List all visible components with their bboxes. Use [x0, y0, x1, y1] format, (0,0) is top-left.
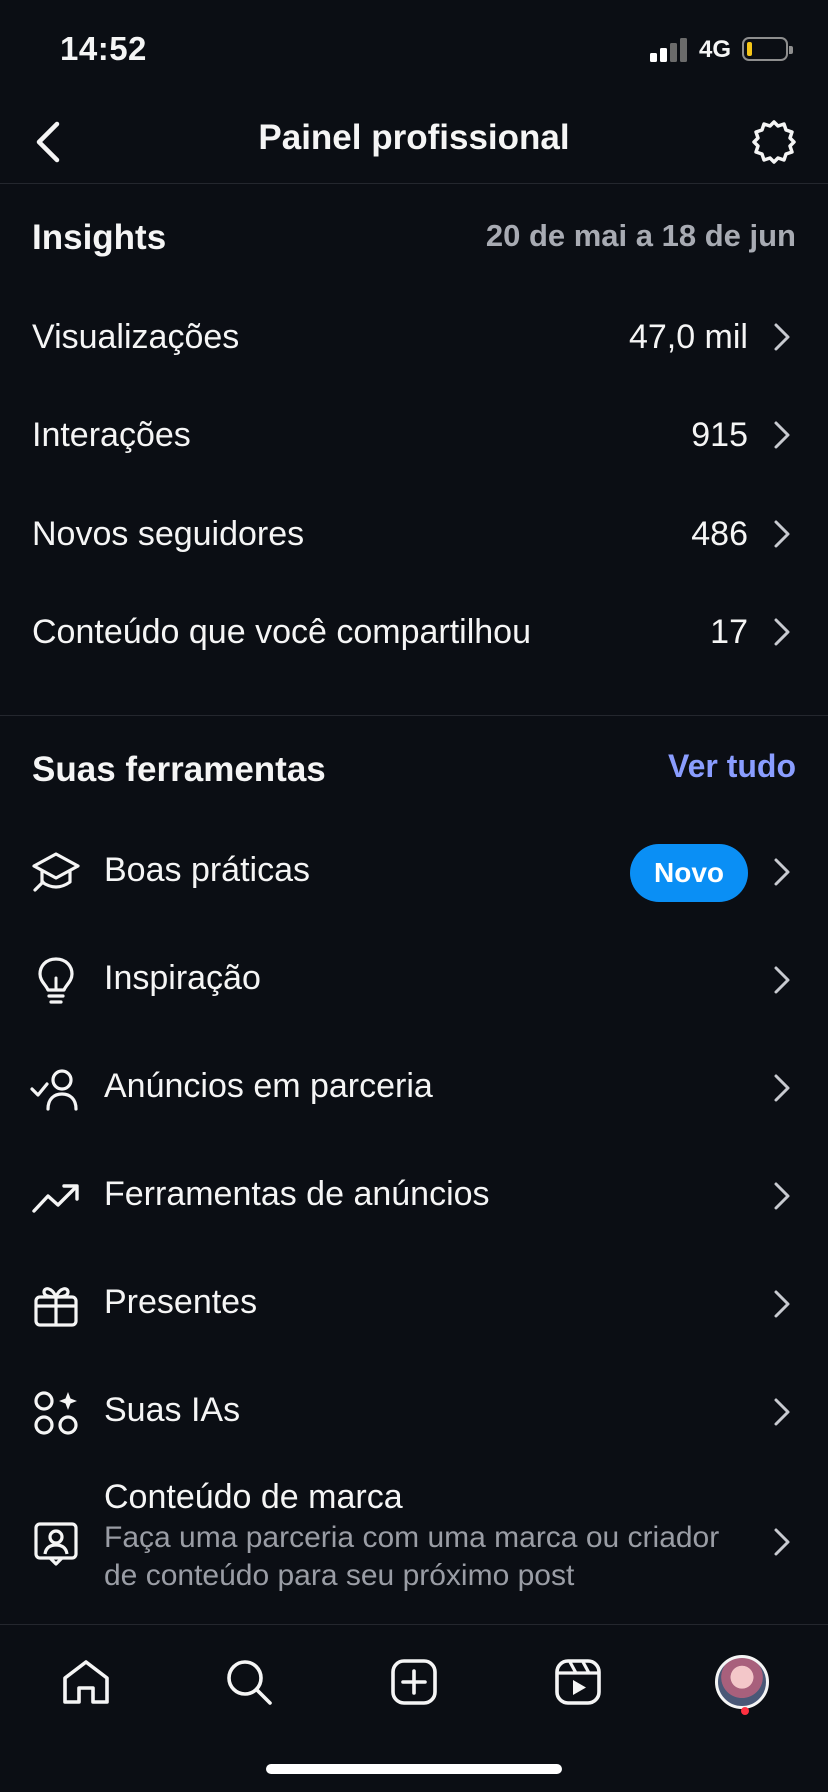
trending-up-icon: [30, 1171, 82, 1223]
settings-button[interactable]: [746, 114, 802, 170]
metric-value: 486: [691, 514, 748, 553]
new-badge: Novo: [630, 844, 748, 902]
tool-label: Inspiração: [104, 959, 261, 997]
date-range[interactable]: 20 de mai a 18 de jun: [486, 218, 796, 254]
chevron-right-icon: [770, 1181, 794, 1211]
chevron-right-icon: [770, 322, 794, 352]
status-bar: 14:52 4G: [0, 0, 828, 100]
nav-home[interactable]: [51, 1647, 121, 1717]
notification-dot: [741, 1707, 749, 1715]
tool-row-inspiration[interactable]: Inspiração: [0, 927, 828, 1035]
home-indicator[interactable]: [266, 1764, 562, 1774]
tool-label: Anúncios em parceria: [104, 1067, 433, 1105]
status-time: 14:52: [60, 30, 147, 67]
nav-profile[interactable]: [707, 1647, 777, 1717]
see-all-link[interactable]: Ver tudo: [668, 748, 796, 785]
insights-section: Insights 20 de mai a 18 de jun Visualiza…: [0, 184, 828, 716]
avatar: [715, 1655, 769, 1709]
metric-label: Visualizações: [32, 317, 240, 356]
nav-reels[interactable]: [543, 1647, 613, 1717]
chevron-right-icon: [770, 857, 794, 887]
lightbulb-icon: [30, 955, 82, 1007]
signal-icon: [650, 38, 690, 62]
tool-label: Presentes: [104, 1283, 258, 1321]
gift-icon: [30, 1279, 82, 1331]
chevron-right-icon: [770, 420, 794, 450]
header: Painel profissional: [0, 100, 828, 184]
person-check-icon: [30, 1063, 82, 1115]
branded-content-icon: [30, 1517, 82, 1569]
tool-label: Conteúdo de marca: [104, 1478, 403, 1516]
page-title: Painel profissional: [258, 118, 570, 157]
battery-icon: [742, 37, 793, 61]
chevron-right-icon: [770, 617, 794, 647]
search-icon: [227, 1660, 272, 1705]
metric-row-views[interactable]: Visualizações 47,0 mil: [0, 289, 828, 385]
tool-label: Suas IAs: [104, 1391, 241, 1429]
professional-dashboard-screen: 14:52 4G Painel profissional Insights 20…: [0, 0, 828, 1792]
chevron-right-icon: [770, 519, 794, 549]
metric-row-content-shared[interactable]: Conteúdo que você compartilhou 17: [0, 584, 828, 680]
tool-label: Boas práticas: [104, 851, 310, 889]
chevron-right-icon: [770, 1073, 794, 1103]
tool-subtitle: Faça uma parceria com uma marca ou criad…: [104, 1521, 720, 1592]
chevron-right-icon: [770, 965, 794, 995]
metric-row-new-followers[interactable]: Novos seguidores 486: [0, 486, 828, 582]
tool-row-partnership-ads[interactable]: Anúncios em parceria: [0, 1035, 828, 1143]
metric-label: Novos seguidores: [32, 514, 305, 553]
nav-create[interactable]: [379, 1647, 449, 1717]
tool-label: Ferramentas de anúncios: [104, 1175, 490, 1213]
nav-search[interactable]: [214, 1647, 284, 1717]
tool-row-your-ais[interactable]: Suas IAs: [0, 1359, 828, 1467]
metric-label: Interações: [32, 415, 191, 454]
metric-value: 47,0 mil: [628, 317, 748, 356]
tools-title: Suas ferramentas: [32, 750, 326, 789]
ai-sparkle-icon: [30, 1387, 82, 1439]
tool-row-gifts[interactable]: Presentes: [0, 1251, 828, 1359]
metric-row-interactions[interactable]: Interações 915: [0, 387, 828, 483]
metric-value: 17: [710, 612, 748, 651]
tools-section: Suas ferramentas Ver tudo Boas práticas …: [0, 716, 828, 1624]
graduation-cap-icon: [30, 847, 82, 899]
chevron-right-icon: [770, 1397, 794, 1427]
reels-icon: [555, 1659, 601, 1705]
network-type: 4G: [699, 36, 732, 63]
tool-row-ad-tools[interactable]: Ferramentas de anúncios: [0, 1143, 828, 1251]
metric-label: Conteúdo que você compartilhou: [32, 612, 531, 651]
create-icon: [391, 1659, 437, 1705]
insights-title: Insights: [32, 218, 167, 257]
tool-row-branded-content[interactable]: Conteúdo de marca Faça uma parceria com …: [0, 1467, 828, 1617]
chevron-right-icon: [770, 1527, 794, 1557]
chevron-right-icon: [770, 1289, 794, 1319]
metric-value: 915: [691, 415, 748, 454]
gear-icon: [752, 120, 796, 164]
tool-row-best-practices[interactable]: Boas práticas Novo: [0, 819, 828, 927]
home-icon: [63, 1660, 109, 1704]
